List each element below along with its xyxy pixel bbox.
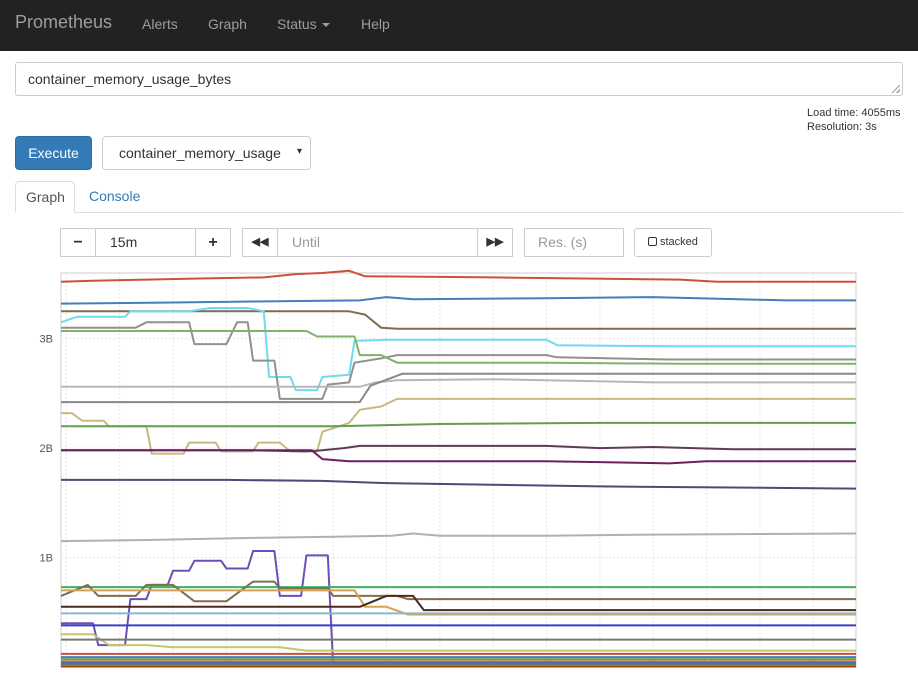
checkbox-icon xyxy=(648,237,657,246)
nav-alerts[interactable]: Alerts xyxy=(142,16,178,32)
until-input[interactable]: Until xyxy=(277,228,478,257)
top-navbar: Prometheus Alerts Graph Status Help xyxy=(0,0,918,51)
fast-forward-icon[interactable]: ▶▶ xyxy=(477,228,513,257)
tab-console[interactable]: Console xyxy=(79,181,150,213)
execute-button[interactable]: Execute xyxy=(15,136,92,170)
plot-area xyxy=(60,272,857,668)
range-input[interactable]: 15m xyxy=(95,228,196,257)
load-time: Load time: 4055ms xyxy=(807,107,901,119)
resize-handle-icon[interactable] xyxy=(892,85,900,93)
resolution-input[interactable]: Res. (s) xyxy=(524,228,624,257)
resolution-info: Resolution: 3s xyxy=(807,121,877,133)
expression-text: container_memory_usage_bytes xyxy=(28,71,232,87)
nav-help[interactable]: Help xyxy=(361,16,390,32)
nav-graph[interactable]: Graph xyxy=(208,16,247,32)
view-tabs: Graph Console xyxy=(15,181,903,213)
dropdown-arrow-icon: ▾ xyxy=(296,146,302,157)
nav-status-dropdown[interactable]: Status xyxy=(277,16,330,32)
rewind-icon[interactable]: ◀◀ xyxy=(242,228,278,257)
y-tick-label: 3B xyxy=(40,334,53,346)
expression-input[interactable]: container_memory_usage_bytes xyxy=(15,62,903,96)
tab-graph[interactable]: Graph xyxy=(15,181,75,213)
increase-range-button[interactable]: + xyxy=(195,228,231,257)
metric-select[interactable]: container_memory_usage ▾ xyxy=(102,136,311,170)
memory-usage-chart[interactable]: 35 36 37 38 39 40 41 42 43 44 45 46 47 48 491B2B3B xyxy=(0,265,918,673)
y-tick-label: 2B xyxy=(40,443,53,455)
nav-status-label: Status xyxy=(277,16,317,32)
caret-down-icon xyxy=(321,23,330,28)
decrease-range-button[interactable]: − xyxy=(60,228,96,257)
stacked-toggle[interactable]: stacked xyxy=(634,228,712,257)
brand-link[interactable]: Prometheus xyxy=(15,12,112,33)
y-tick-label: 1B xyxy=(40,553,53,565)
stacked-label: stacked xyxy=(660,236,698,248)
metric-select-value: container_memory_usage xyxy=(119,145,281,161)
